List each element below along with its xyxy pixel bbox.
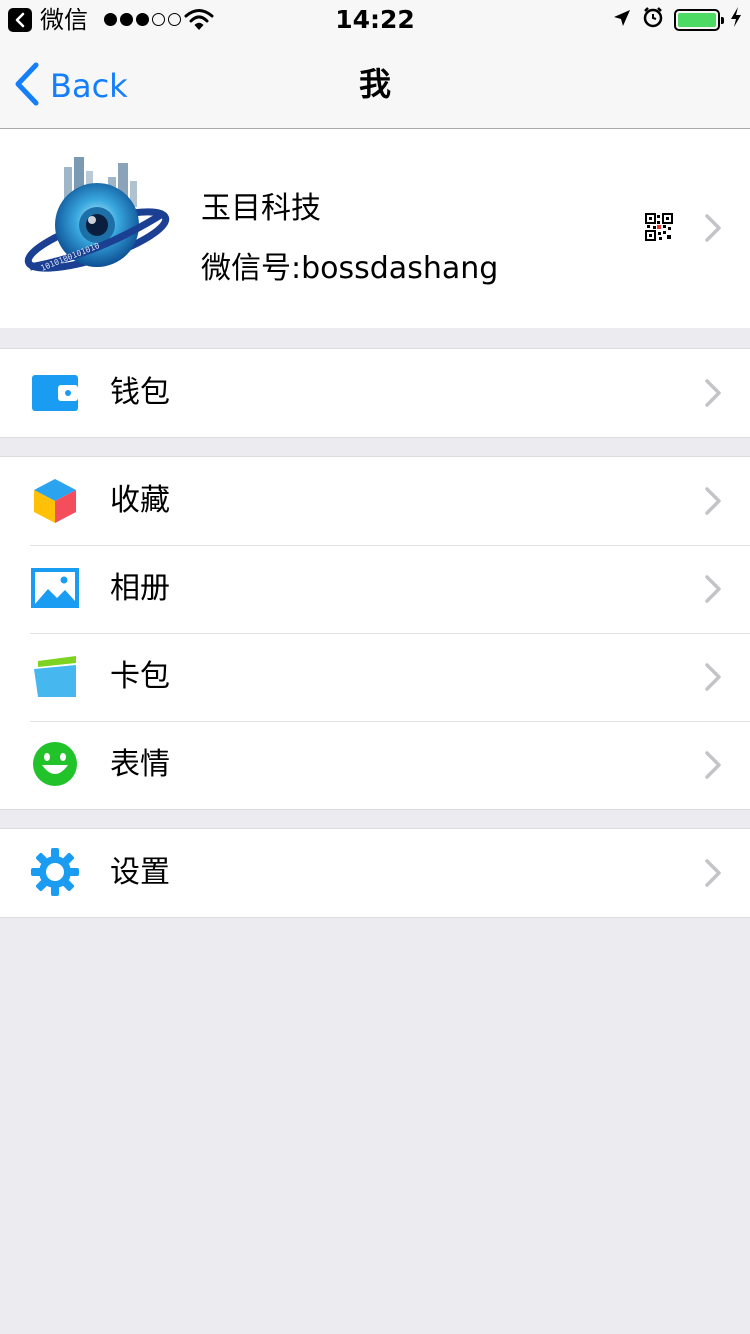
chevron-right-icon	[704, 213, 722, 243]
profile-wechat-id: 微信号:bossdashang	[201, 251, 499, 286]
menu-item-wallet[interactable]: 钱包	[0, 349, 750, 437]
chevron-right-icon	[704, 378, 722, 408]
chevron-right-icon	[704, 486, 722, 516]
menu-item-label: 卡包	[110, 659, 170, 694]
menu-item-card-package[interactable]: 卡包	[0, 633, 750, 721]
menu-item-label: 设置	[110, 855, 170, 890]
favorites-cube-icon	[30, 475, 80, 525]
menu-item-favorites[interactable]: 收藏	[0, 457, 750, 545]
smiley-icon	[30, 739, 80, 789]
menu-group-settings: 设置	[0, 828, 750, 918]
menu-item-stickers[interactable]: 表情	[0, 721, 750, 809]
status-right	[612, 6, 742, 34]
card-package-icon	[30, 651, 80, 701]
chevron-right-icon	[704, 750, 722, 780]
page-title: 我	[358, 65, 391, 103]
profile-name: 玉目科技	[201, 191, 321, 226]
chevron-right-icon	[704, 574, 722, 604]
menu-item-label: 钱包	[110, 375, 170, 410]
menu-item-label: 相册	[110, 571, 170, 606]
alarm-icon	[642, 6, 664, 34]
album-icon	[30, 563, 80, 613]
menu-item-album[interactable]: 相册	[0, 545, 750, 633]
location-arrow-icon	[612, 6, 632, 34]
profile-card[interactable]: 1010100101010 玉目科技 微信号:bossdashang	[0, 129, 750, 328]
avatar: 1010100101010	[22, 155, 172, 285]
battery-fill	[678, 13, 716, 27]
navigation-bar: Back 我	[0, 40, 750, 129]
qr-code-icon[interactable]	[645, 213, 673, 245]
menu-item-label: 表情	[110, 747, 170, 782]
status-bar: 微信 14:22	[0, 0, 750, 40]
battery-cap	[721, 17, 724, 24]
wallet-icon	[30, 367, 80, 417]
chevron-right-icon	[704, 662, 722, 692]
charging-bolt-icon	[730, 6, 742, 34]
chevron-right-icon	[704, 858, 722, 888]
menu-group-wallet: 钱包	[0, 348, 750, 438]
menu-item-label: 收藏	[110, 483, 170, 518]
menu-item-settings[interactable]: 设置	[0, 829, 750, 917]
menu-group-personal: 收藏 相册 卡包 表情	[0, 456, 750, 810]
gear-icon	[30, 847, 80, 897]
battery-indicator	[674, 9, 724, 31]
